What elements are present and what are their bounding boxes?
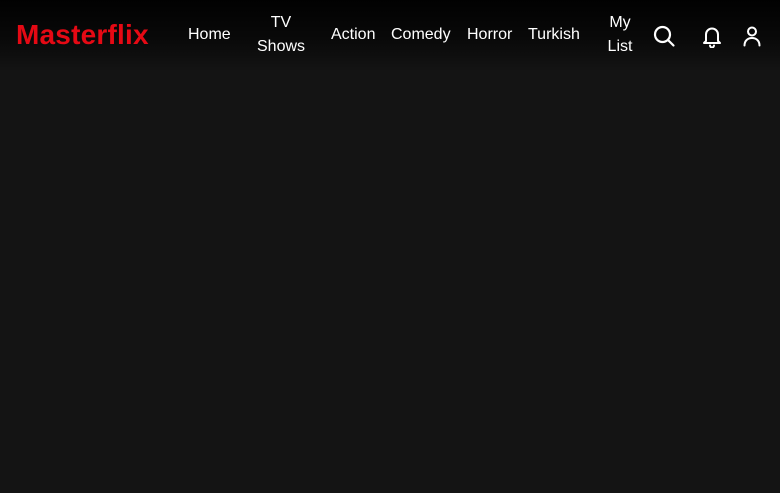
nav-turkish-label: Turkish bbox=[528, 26, 580, 43]
nav-horror[interactable]: Horror bbox=[467, 23, 512, 47]
brand-logo[interactable]: Masterflix bbox=[16, 17, 149, 53]
nav-home-label: Home bbox=[188, 26, 231, 43]
top-navbar: Masterflix Home TV Shows Action Comedy H… bbox=[0, 0, 780, 72]
nav-turkish[interactable]: Turkish bbox=[528, 23, 580, 47]
notifications-button[interactable] bbox=[698, 22, 726, 50]
nav-horror-label: Horror bbox=[467, 26, 513, 43]
search-button[interactable] bbox=[650, 22, 678, 50]
bell-icon bbox=[703, 27, 721, 48]
nav-my-list[interactable]: My List bbox=[604, 11, 636, 59]
page: Masterflix Home TV Shows Action Comedy H… bbox=[0, 0, 780, 493]
nav-my-list-label-line1: My bbox=[609, 14, 631, 31]
nav-action[interactable]: Action bbox=[331, 23, 375, 47]
user-icon bbox=[743, 26, 761, 47]
nav-tv-shows-label-line1: TV bbox=[270, 14, 292, 31]
nav-tv-shows[interactable]: TV Shows bbox=[257, 11, 305, 59]
nav-my-list-label-line2: List bbox=[607, 38, 633, 55]
profile-button[interactable] bbox=[738, 22, 766, 50]
nav-home[interactable]: Home bbox=[188, 23, 231, 47]
nav-comedy-label: Comedy bbox=[391, 26, 451, 43]
nav-comedy[interactable]: Comedy bbox=[391, 23, 451, 47]
search-icon bbox=[653, 25, 675, 47]
nav-action-label: Action bbox=[331, 26, 376, 43]
nav-tv-shows-label-line2: Shows bbox=[257, 38, 306, 55]
main-content-area bbox=[0, 72, 780, 493]
